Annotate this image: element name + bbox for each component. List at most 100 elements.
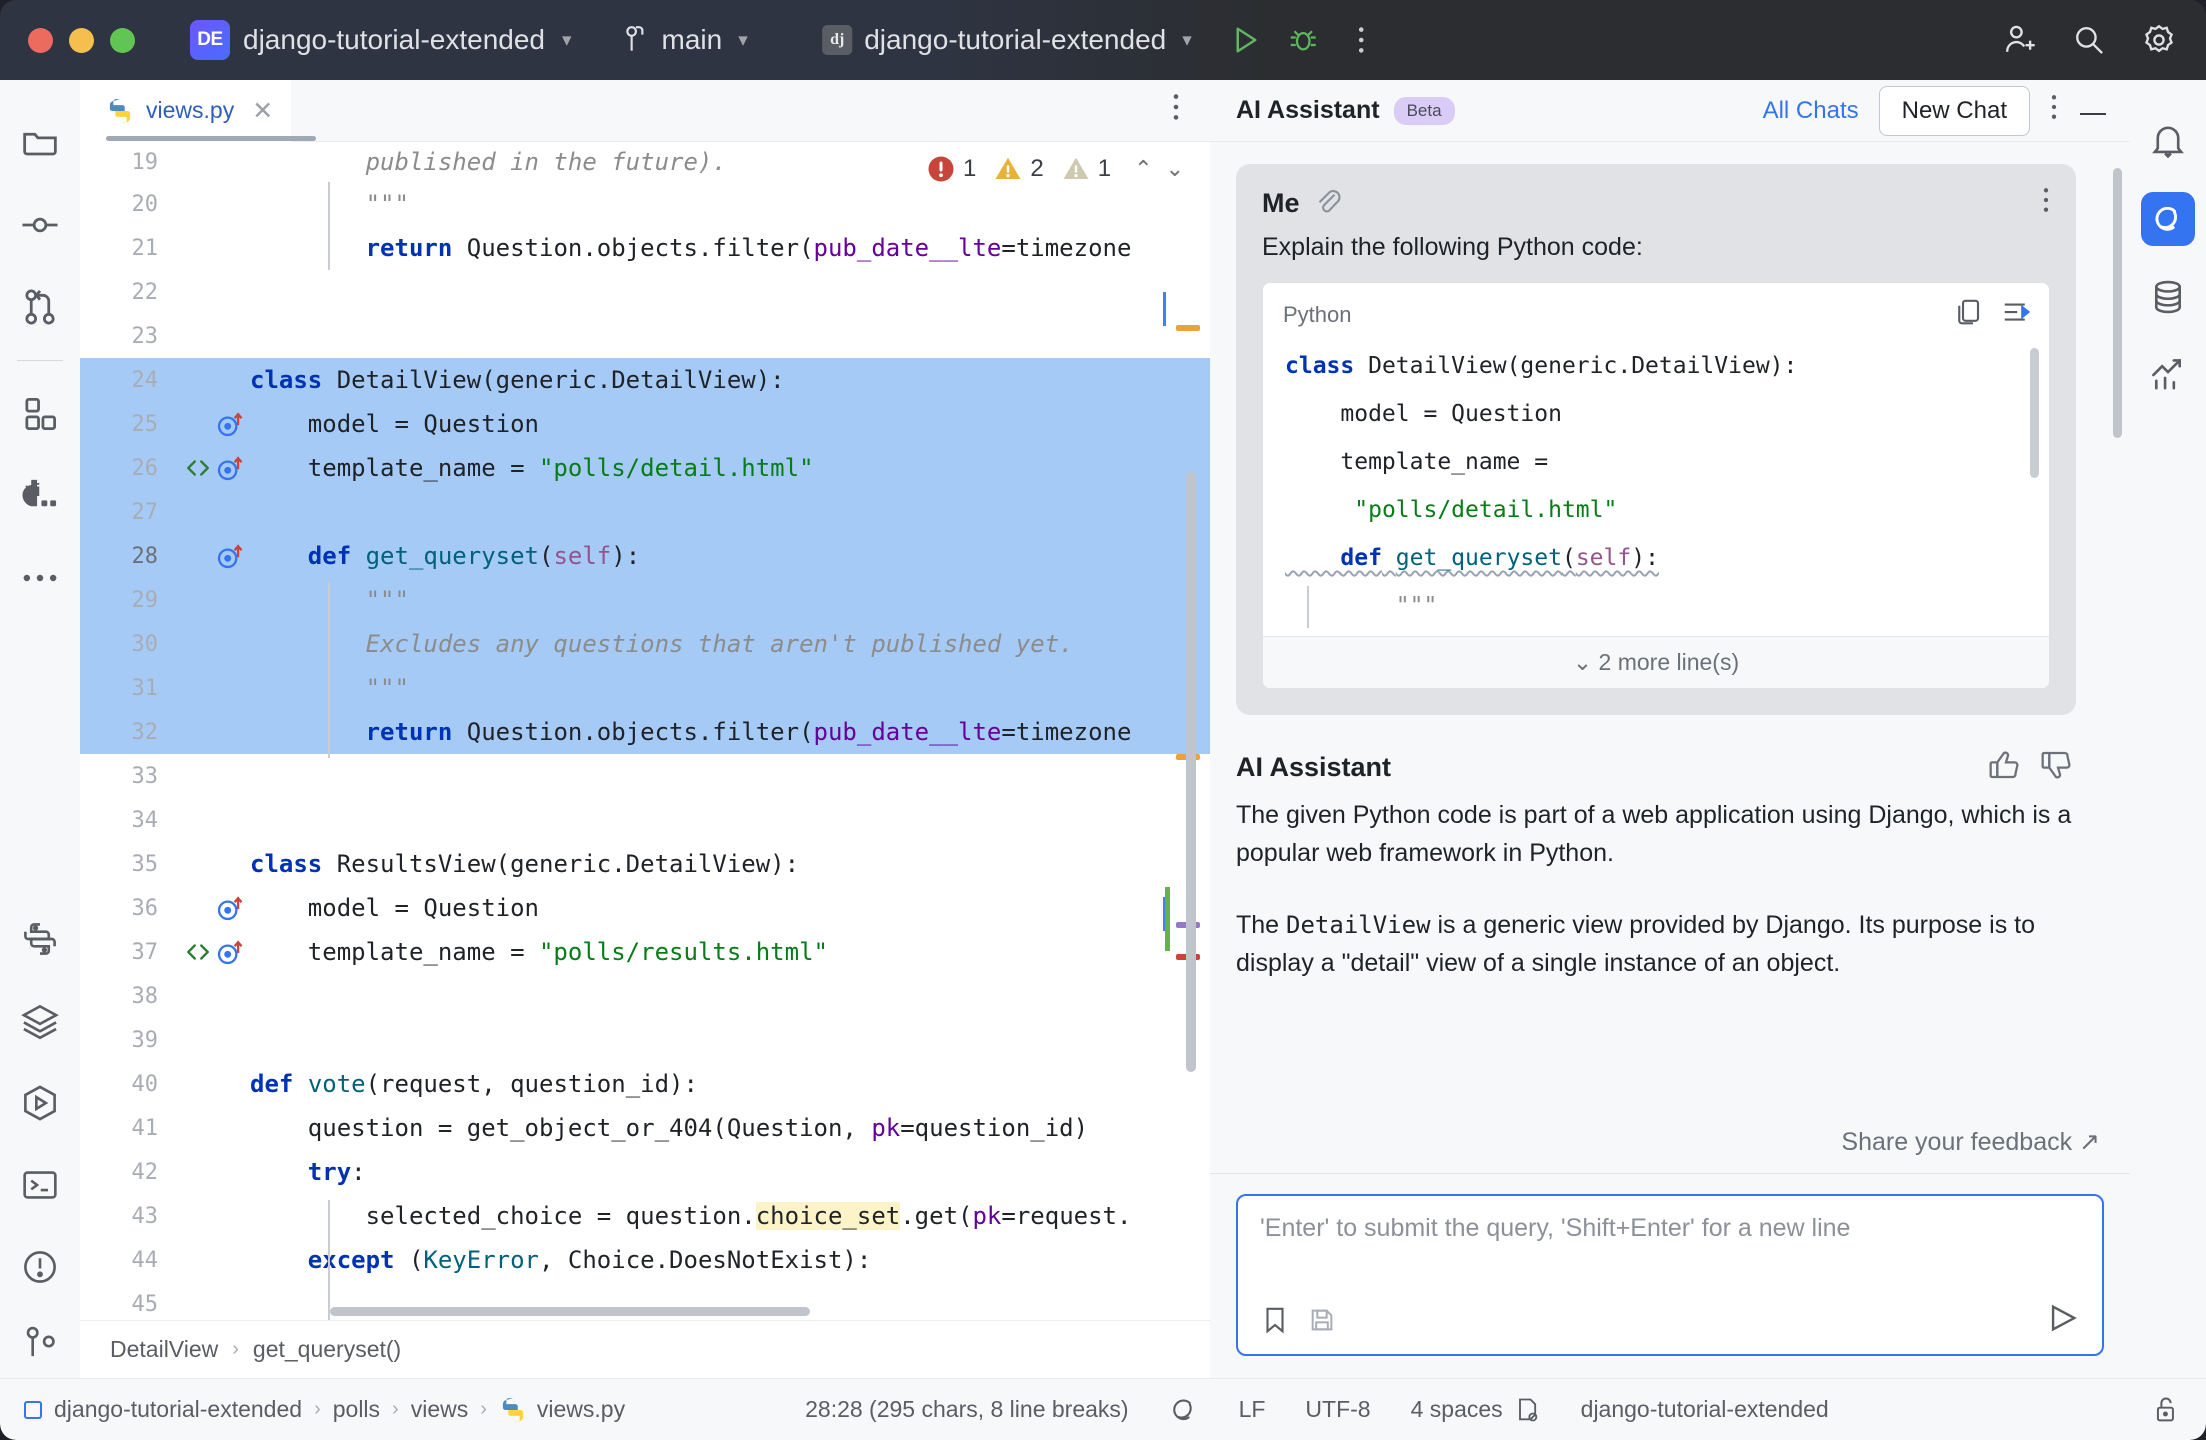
override-marker-icon[interactable]: [216, 453, 244, 483]
override-marker-icon[interactable]: [216, 937, 244, 967]
gear-icon[interactable]: [2136, 17, 2182, 63]
ai-panel-options-icon[interactable]: [2050, 93, 2058, 128]
previous-problem-icon[interactable]: ⌃: [1134, 156, 1152, 182]
share-feedback-link[interactable]: Share your feedback ↗: [1841, 1127, 2100, 1157]
terminal-icon[interactable]: [0, 1144, 80, 1226]
status-breadcrumb-polls[interactable]: polls: [333, 1396, 380, 1423]
code-row[interactable]: 44 except (KeyError, Choice.DoesNotExist…: [80, 1238, 1210, 1282]
code-row[interactable]: 34: [80, 798, 1210, 842]
code-row[interactable]: 43 selected_choice = question.choice_set…: [80, 1194, 1210, 1238]
code-row[interactable]: 38: [80, 974, 1210, 1018]
code-row[interactable]: 27: [80, 490, 1210, 534]
code-row[interactable]: 37 template_name = "polls/results.html": [80, 930, 1210, 974]
notifications-icon[interactable]: [2132, 102, 2204, 180]
project-selector[interactable]: DE django-tutorial-extended ▾: [190, 20, 572, 60]
chat-message-options-icon[interactable]: [2042, 186, 2050, 221]
code-row[interactable]: 29 """: [80, 578, 1210, 622]
run-icon[interactable]: [0, 1062, 80, 1144]
code-row[interactable]: 30 Excludes any questions that aren't pu…: [80, 622, 1210, 666]
code-row[interactable]: 24 class DetailView(generic.DetailView):: [80, 358, 1210, 402]
code-row[interactable]: 32 return Question.objects.filter(pub_da…: [80, 710, 1210, 754]
run-config-selector[interactable]: dj django-tutorial-extended ▾: [822, 24, 1192, 56]
code-row[interactable]: 40 def vote(request, question_id):: [80, 1062, 1210, 1106]
maximize-window-button[interactable]: [110, 27, 135, 53]
editor-horizontal-scrollbar[interactable]: [330, 1307, 810, 1316]
thumbs-up-icon[interactable]: [1988, 749, 2020, 786]
breadcrumb-item-method[interactable]: get_queryset(): [253, 1336, 401, 1363]
all-chats-link[interactable]: All Chats: [1763, 97, 1859, 125]
override-marker-icon[interactable]: [216, 541, 244, 571]
branch-selector[interactable]: main ▾: [624, 24, 748, 56]
minimize-window-button[interactable]: [69, 27, 94, 53]
run-button[interactable]: [1222, 17, 1268, 63]
code-row[interactable]: 23: [80, 314, 1210, 358]
send-message-button[interactable]: [2046, 1301, 2080, 1340]
status-breadcrumb-views[interactable]: views: [411, 1396, 469, 1423]
override-marker-icon[interactable]: [216, 893, 244, 923]
code-row[interactable]: 33: [80, 754, 1210, 798]
line-separator[interactable]: LF: [1239, 1396, 1266, 1423]
code-row[interactable]: 25 model = Question: [80, 402, 1210, 446]
prompt-library-icon[interactable]: [1260, 1305, 1290, 1340]
new-chat-button[interactable]: New Chat: [1878, 85, 2030, 136]
python-packages-icon[interactable]: [0, 898, 80, 980]
code-editor[interactable]: 1 2 1 ⌃ ⌄ 19 published in the future). 2…: [80, 142, 1210, 1320]
code-row[interactable]: 42 try:: [80, 1150, 1210, 1194]
inspections-widget[interactable]: 1 2 1 ⌃ ⌄: [926, 154, 1184, 184]
close-icon[interactable]: ✕: [252, 96, 273, 126]
expand-code-button[interactable]: ⌄ 2 more line(s): [1263, 636, 2049, 688]
code-row[interactable]: 36 model = Question: [80, 886, 1210, 930]
version-control-icon[interactable]: [0, 1308, 80, 1378]
code-row[interactable]: 39: [80, 1018, 1210, 1062]
code-block-scrollbar[interactable]: [2030, 348, 2039, 478]
indent-setting[interactable]: 4 spaces: [1411, 1396, 1503, 1423]
editor-tab-views-py[interactable]: views.py ✕: [80, 79, 292, 142]
override-marker-icon[interactable]: [216, 409, 244, 439]
copy-icon[interactable]: [1953, 297, 1983, 332]
minimize-panel-icon[interactable]: [2078, 95, 2108, 126]
profiler-icon[interactable]: [2132, 336, 2204, 414]
code-row[interactable]: 22: [80, 270, 1210, 314]
file-encoding[interactable]: UTF-8: [1305, 1396, 1370, 1423]
pull-requests-icon[interactable]: [0, 266, 80, 348]
code-row[interactable]: 26 template_name = "polls/detail.html": [80, 446, 1210, 490]
code-row[interactable]: 35 class ResultsView(generic.DetailView)…: [80, 842, 1210, 886]
unlock-icon[interactable]: [2152, 1395, 2180, 1425]
caret-position[interactable]: 28:28 (295 chars, 8 line breaks): [805, 1396, 1128, 1423]
save-icon[interactable]: [1308, 1306, 1336, 1339]
python-interpreter[interactable]: django-tutorial-extended: [1581, 1396, 1829, 1423]
more-tool-windows-icon[interactable]: [0, 537, 80, 619]
debug-button[interactable]: [1280, 17, 1326, 63]
code-row[interactable]: 41 question = get_object_or_404(Question…: [80, 1106, 1210, 1150]
more-run-options-button[interactable]: [1338, 17, 1384, 63]
indent-config-icon[interactable]: [1513, 1396, 1541, 1424]
close-window-button[interactable]: [28, 27, 53, 53]
code-row[interactable]: 20 """: [80, 182, 1210, 226]
html-reference-icon[interactable]: [185, 455, 211, 481]
code-row[interactable]: 28 def get_queryset(self):: [80, 534, 1210, 578]
code-with-me-icon[interactable]: [1996, 17, 2042, 63]
editor-options-icon[interactable]: [1172, 92, 1180, 129]
next-problem-icon[interactable]: ⌄: [1166, 156, 1184, 182]
ai-chat-scrollbar[interactable]: [2113, 168, 2122, 438]
database-icon[interactable]: [2132, 258, 2204, 336]
thumbs-down-icon[interactable]: [2040, 749, 2072, 786]
commit-icon[interactable]: [0, 184, 80, 266]
html-reference-icon[interactable]: [185, 939, 211, 965]
status-breadcrumb-file[interactable]: views.py: [537, 1396, 625, 1423]
attachment-icon[interactable]: [1312, 186, 1342, 221]
code-row[interactable]: 21 return Question.objects.filter(pub_da…: [80, 226, 1210, 270]
project-icon[interactable]: [0, 102, 80, 184]
structure-icon[interactable]: [0, 373, 80, 455]
ai-assistant-icon[interactable]: [2132, 180, 2204, 258]
insert-code-icon[interactable]: [2001, 297, 2031, 332]
django-icon[interactable]: i: [0, 455, 80, 537]
ai-chat-body[interactable]: Me Explain the following Python code: Py…: [1210, 142, 2130, 1113]
problems-icon[interactable]: [0, 1226, 80, 1308]
breadcrumb-item-class[interactable]: DetailView: [110, 1336, 218, 1363]
search-icon[interactable]: [2066, 17, 2112, 63]
status-breadcrumb-project[interactable]: django-tutorial-extended: [54, 1396, 302, 1423]
code-row[interactable]: 31 """: [80, 666, 1210, 710]
editor-vertical-scrollbar[interactable]: [1186, 472, 1196, 1072]
ai-status-icon[interactable]: [1169, 1395, 1199, 1425]
